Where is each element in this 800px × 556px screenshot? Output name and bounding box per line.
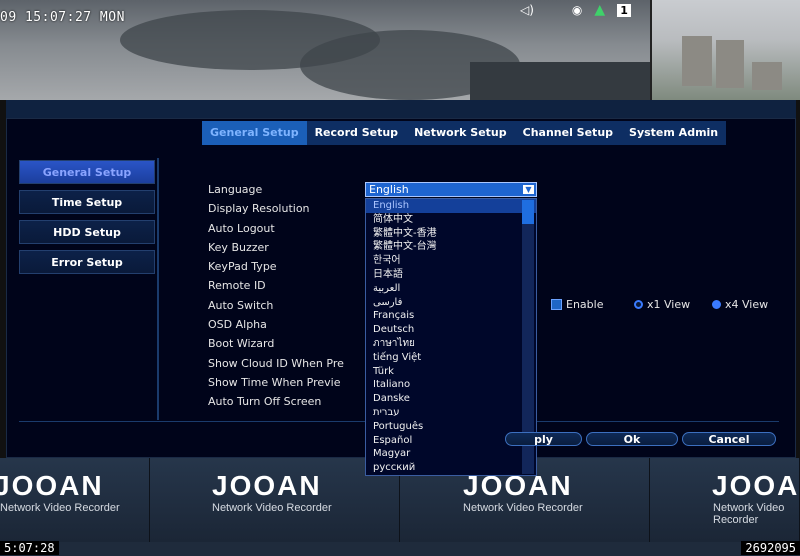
building	[682, 36, 712, 86]
language-option[interactable]: Italiano	[366, 378, 536, 392]
enable-checkbox[interactable]	[551, 299, 562, 310]
label-show-time: Show Time When Previe	[208, 375, 341, 389]
label-remote-id: Remote ID	[208, 279, 266, 293]
language-option[interactable]: 日本語	[366, 268, 536, 282]
language-select-value: English	[369, 183, 409, 196]
sidebar: General Setup Time Setup HDD Setup Error…	[19, 160, 155, 280]
language-option[interactable]: עברית	[366, 406, 536, 420]
label-boot-wizard: Boot Wizard	[208, 337, 275, 351]
language-option[interactable]: فارسی	[366, 296, 536, 310]
wifi-icon: ▲	[594, 2, 606, 18]
auto-switch-enable[interactable]: Enable	[551, 298, 603, 311]
speaker-icon: ◁)	[520, 3, 534, 17]
settings-labels: Language Display Resolution Auto Logout …	[208, 180, 368, 412]
brand-logo: JOOAN	[712, 470, 800, 501]
tab-bar: General Setup Record Setup Network Setup…	[202, 121, 727, 145]
label-keypad-type: KeyPad Type	[208, 260, 277, 274]
auto-switch-x4-view[interactable]: x4 View	[712, 298, 768, 311]
camera-feed-city	[650, 0, 800, 100]
label-show-cloud-id: Show Cloud ID When Pre	[208, 356, 344, 370]
cancel-button[interactable]: Cancel	[682, 432, 776, 446]
building	[716, 40, 744, 88]
building-silhouette	[470, 62, 650, 100]
language-option[interactable]: Türk	[366, 365, 536, 379]
language-option[interactable]: ภาษาไทย	[366, 337, 536, 351]
tab-network-setup[interactable]: Network Setup	[406, 121, 515, 145]
label-osd-alpha: OSD Alpha	[208, 318, 267, 332]
enable-label: Enable	[566, 298, 604, 311]
chevron-down-icon[interactable]: ▼	[523, 185, 534, 194]
status-count: 1	[617, 3, 631, 17]
dropdown-scroll-thumb[interactable]	[522, 200, 534, 224]
x1-view-radio[interactable]	[634, 300, 643, 309]
osd-time-bottom: 5:07:28	[0, 541, 59, 555]
tab-system-admin[interactable]: System Admin	[621, 121, 726, 145]
brand-subtitle: Network Video Recorder	[713, 502, 785, 526]
x1-view-label: x1 View	[647, 298, 691, 311]
language-option[interactable]: Deutsch	[366, 323, 536, 337]
language-option[interactable]: 繁體中文-台灣	[366, 240, 536, 254]
language-option[interactable]: 繁體中文-香港	[366, 227, 536, 241]
brand-subtitle: Network Video Recorder	[0, 502, 120, 514]
auto-switch-x1-view[interactable]: x1 View	[634, 298, 690, 311]
language-option[interactable]: 한국어	[366, 254, 536, 268]
building	[752, 62, 782, 90]
brand-logo: JOOAN	[212, 470, 322, 501]
language-option[interactable]: tiếng Việt	[366, 351, 536, 365]
label-auto-switch: Auto Switch	[208, 298, 274, 312]
sidebar-item-hdd-setup[interactable]: HDD Setup	[19, 220, 155, 244]
language-option[interactable]: 简体中文	[366, 213, 536, 227]
label-display-resolution: Display Resolution	[208, 202, 310, 216]
sidebar-divider	[157, 158, 159, 420]
label-auto-turn-off-screen: Auto Turn Off Screen	[208, 395, 322, 409]
ok-button[interactable]: Ok	[586, 432, 678, 446]
osd-datetime: 09 15:07:27 MON	[0, 10, 125, 25]
x4-view-label: x4 View	[725, 298, 769, 311]
language-option[interactable]: Danske	[366, 392, 536, 406]
x4-view-radio[interactable]	[712, 300, 721, 309]
language-option[interactable]: العربية	[366, 282, 536, 296]
apply-button[interactable]: ply	[505, 432, 582, 446]
brand-subtitle: Network Video Recorder	[212, 502, 332, 514]
language-option[interactable]: Français	[366, 309, 536, 323]
brand-subtitle: Network Video Recorder	[463, 502, 583, 514]
sidebar-item-time-setup[interactable]: Time Setup	[19, 190, 155, 214]
label-auto-logout: Auto Logout	[208, 221, 275, 235]
language-option[interactable]: English	[366, 199, 536, 213]
label-language: Language	[208, 183, 263, 196]
record-icon: ◉	[571, 3, 583, 17]
tab-record-setup[interactable]: Record Setup	[307, 121, 406, 145]
tab-general-setup[interactable]: General Setup	[202, 121, 307, 145]
tab-channel-setup[interactable]: Channel Setup	[515, 121, 621, 145]
language-option[interactable]: Magyar	[366, 447, 536, 461]
language-select[interactable]: English ▼	[365, 182, 537, 197]
sidebar-item-general-setup[interactable]: General Setup	[19, 160, 155, 184]
sidebar-item-error-setup[interactable]: Error Setup	[19, 250, 155, 274]
osd-device-id: 2692095	[741, 541, 800, 555]
label-key-buzzer: Key Buzzer	[208, 240, 269, 254]
status-icons: ◁) ◉ ▲ 1	[520, 2, 631, 18]
brand-logo: JOOAN	[0, 470, 104, 501]
language-option[interactable]: русский	[366, 461, 536, 475]
